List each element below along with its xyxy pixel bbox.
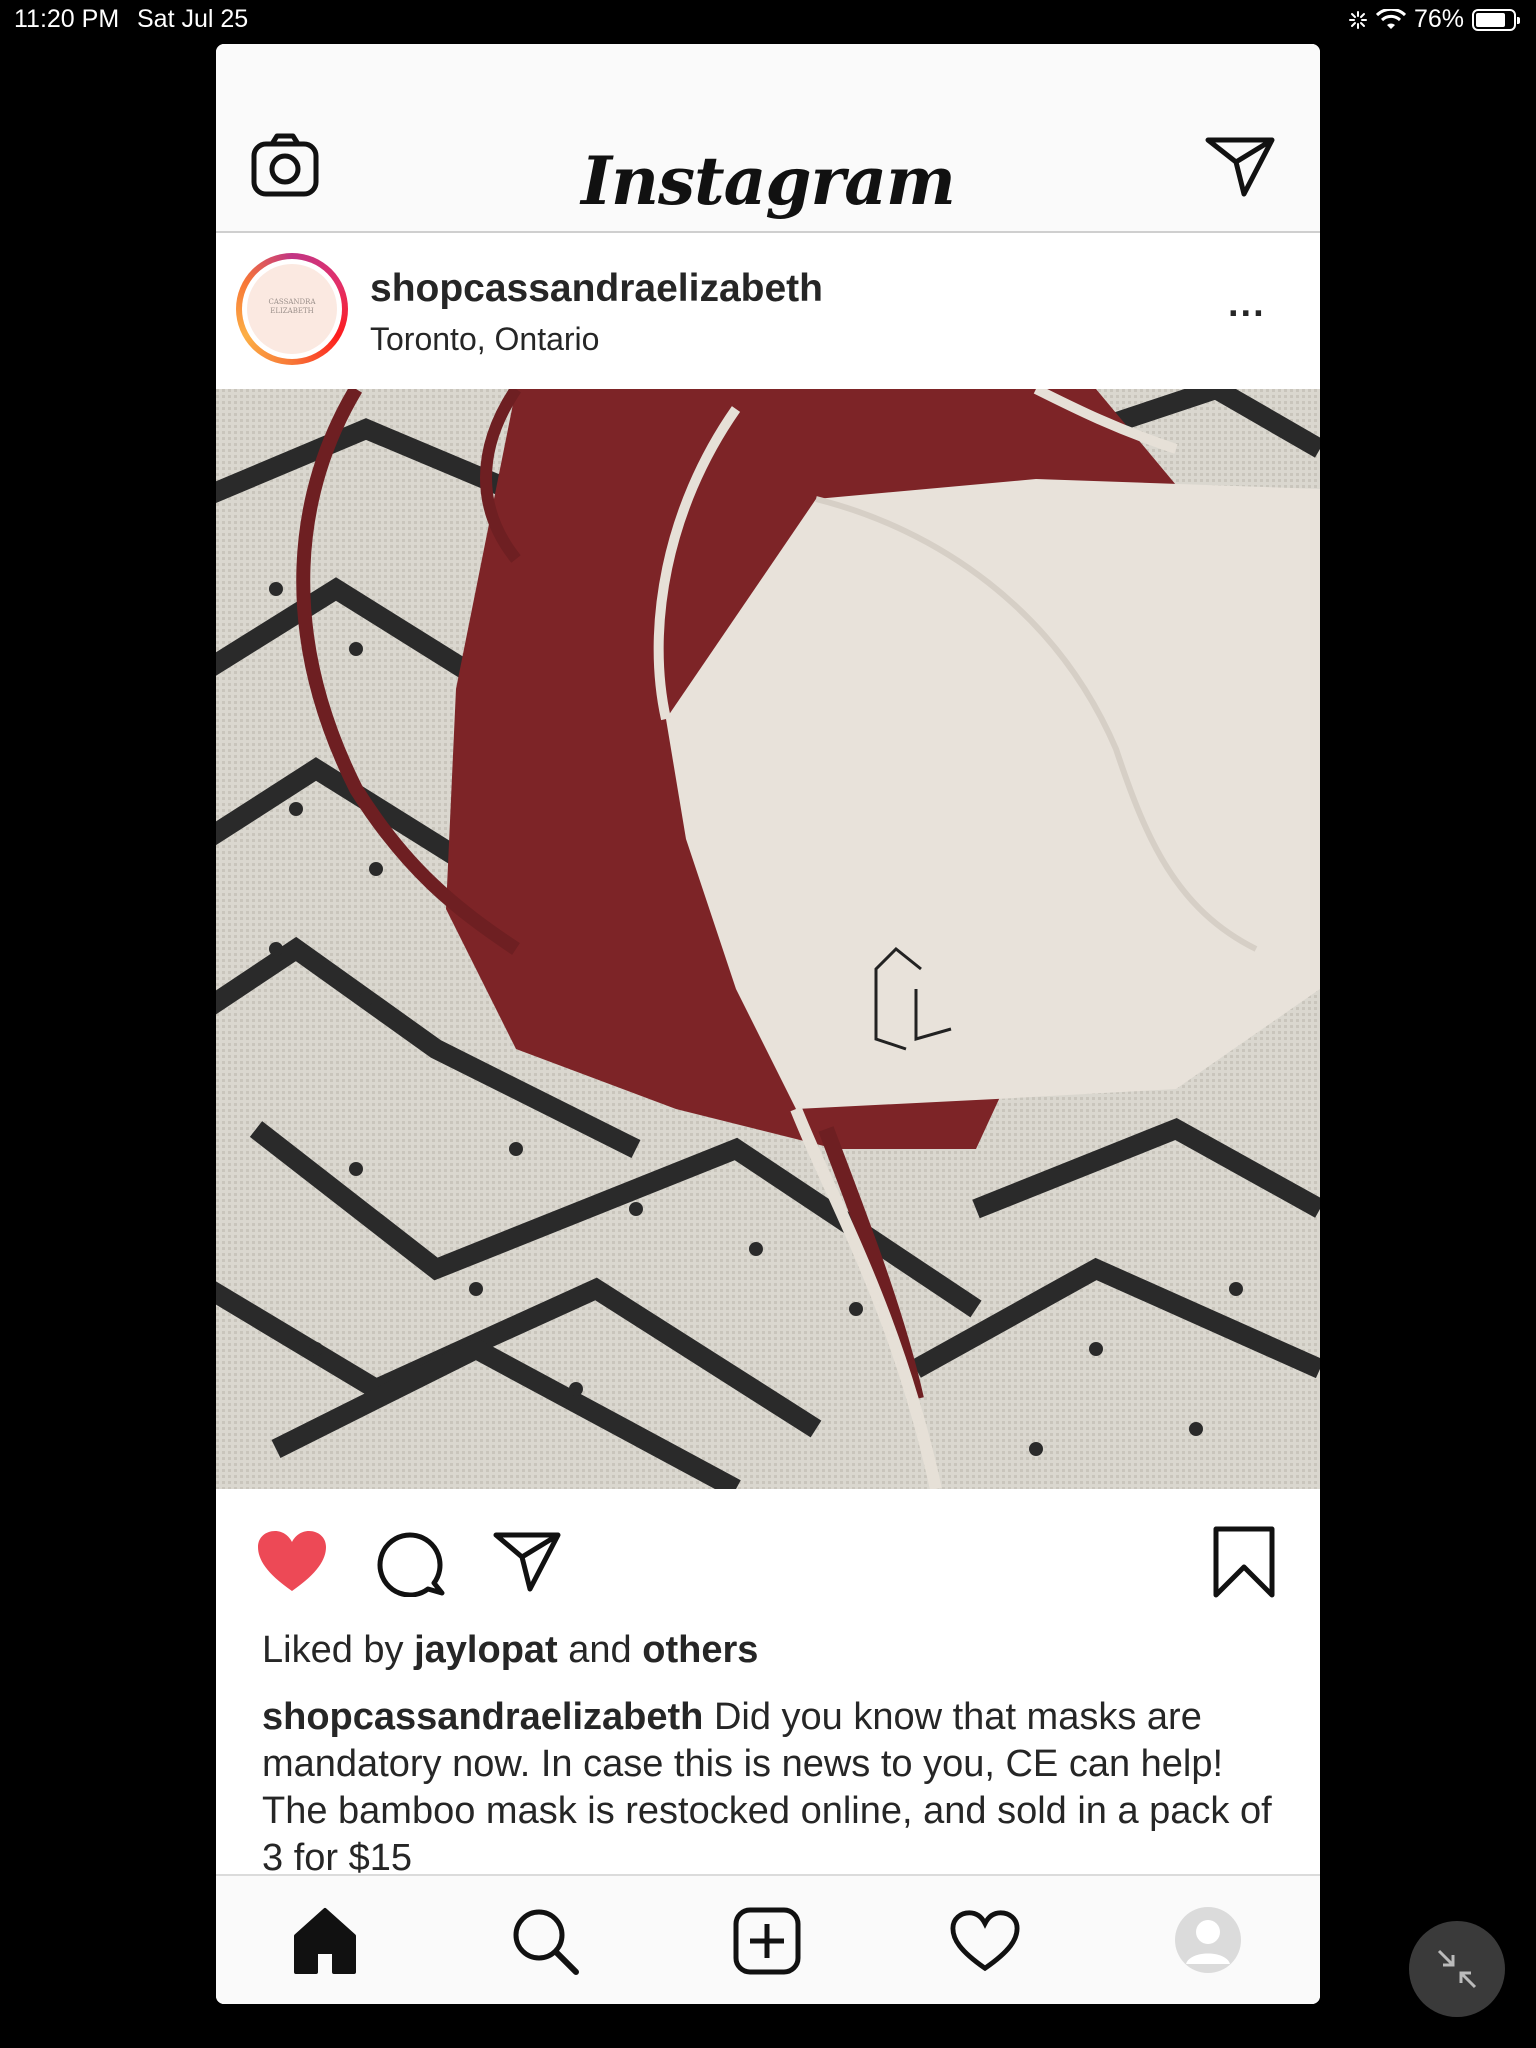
post-photo[interactable]	[216, 389, 1320, 1489]
battery-percent: 76%	[1413, 5, 1464, 33]
battery-icon	[1472, 8, 1520, 31]
like-heart-icon[interactable]	[256, 1529, 328, 1593]
share-icon[interactable]	[492, 1529, 562, 1593]
more-options-icon[interactable]: ...	[1228, 283, 1266, 326]
liked-prefix: Liked by	[262, 1629, 404, 1671]
post-header: CASSANDRA ELIZABETH shopcassandraelizabe…	[216, 233, 1320, 389]
caption-username[interactable]: shopcassandraelizabeth	[262, 1696, 703, 1738]
new-post-icon[interactable]	[732, 1906, 802, 1976]
liked-user[interactable]: jaylopat	[414, 1629, 558, 1671]
status-right: 76%	[1348, 5, 1520, 34]
post-actions	[216, 1489, 1320, 1629]
search-icon[interactable]	[510, 1906, 580, 1976]
post-location[interactable]: Toronto, Ontario	[370, 321, 599, 358]
collapse-arrows-icon	[1437, 1949, 1477, 1989]
direct-message-icon[interactable]	[1204, 132, 1276, 198]
post-username[interactable]: shopcassandraelizabeth	[370, 267, 823, 311]
app-header: Instagram	[216, 44, 1320, 233]
activity-heart-icon[interactable]	[950, 1906, 1020, 1976]
bottom-tab-bar	[216, 1874, 1320, 2004]
loading-icon	[1348, 10, 1367, 29]
collapse-button[interactable]	[1409, 1921, 1505, 2017]
avatar-logo: CASSANDRA ELIZABETH	[247, 264, 337, 354]
liked-others[interactable]: others	[642, 1629, 758, 1671]
home-icon[interactable]	[290, 1906, 360, 1976]
status-time: 11:20 PM	[14, 5, 120, 33]
instagram-app: Instagram CASSANDRA ELIZABETH shopcassan…	[216, 44, 1320, 2004]
comment-icon[interactable]	[376, 1529, 446, 1597]
status-date: Sat Jul 25	[137, 5, 249, 33]
status-bar: 11:20 PM Sat Jul 25 76%	[0, 0, 1536, 40]
bookmark-icon[interactable]	[1212, 1525, 1276, 1599]
likes-line: Liked by jaylopat and others	[262, 1629, 758, 1672]
instagram-logo: Instagram	[581, 142, 956, 220]
liked-and: and	[568, 1629, 632, 1671]
profile-icon[interactable]	[1174, 1906, 1242, 1974]
wifi-icon	[1375, 8, 1406, 29]
avatar[interactable]: CASSANDRA ELIZABETH	[236, 253, 348, 365]
